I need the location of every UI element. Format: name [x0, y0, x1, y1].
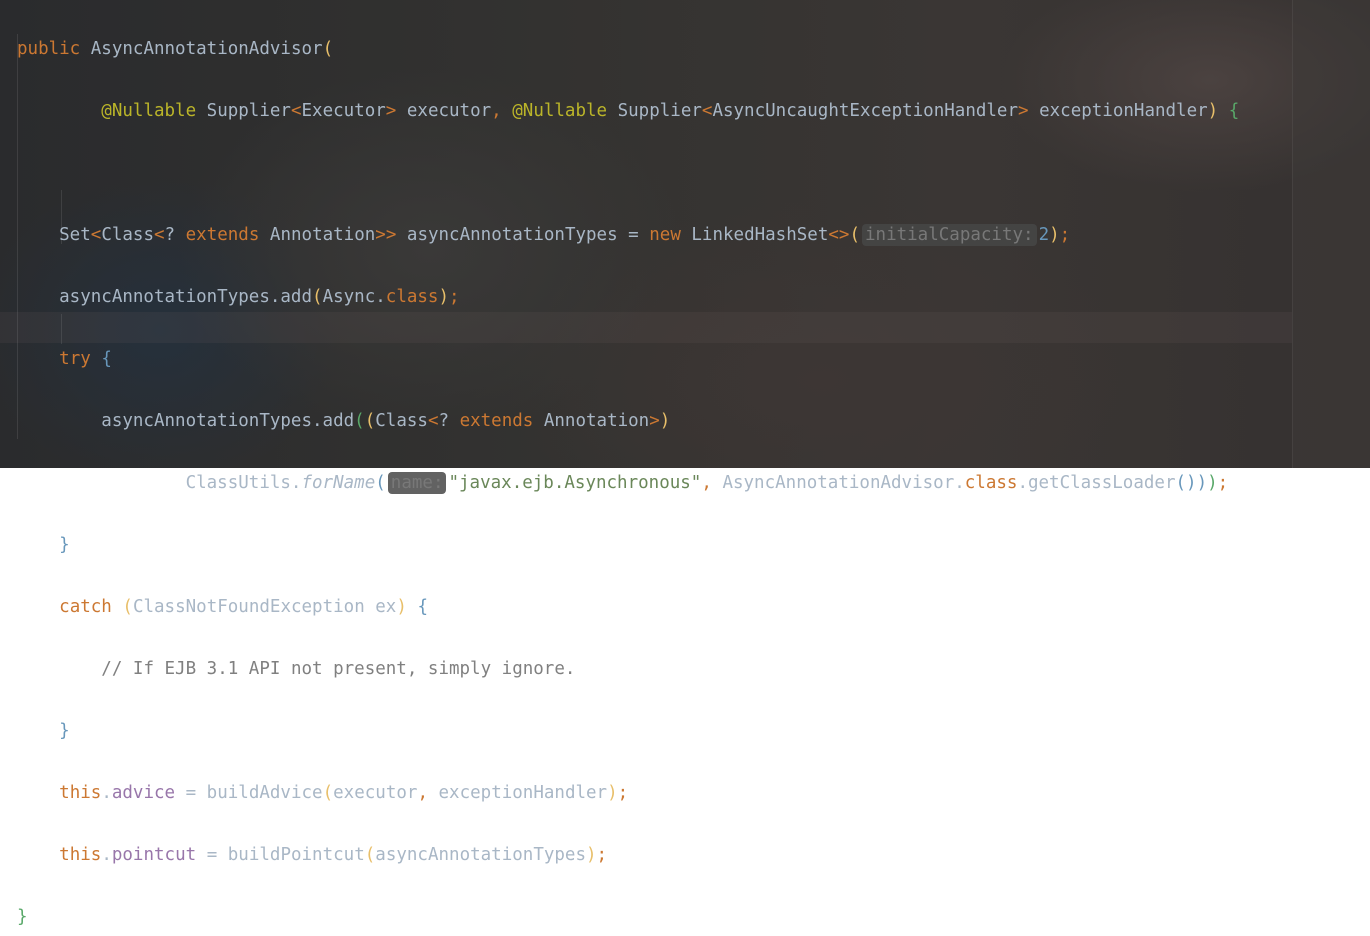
code-line-1: public AsyncAnnotationAdvisor(: [17, 39, 334, 59]
code-line-15: }: [17, 907, 28, 927]
code-line-14: this.pointcut = buildPointcut(asyncAnnot…: [59, 845, 608, 865]
parameter-hint-initial-capacity: initialCapacity:: [862, 224, 1037, 246]
editor-right-gutter: [1292, 0, 1370, 468]
parameter-hint-name: name:: [387, 472, 447, 494]
code-line-5: asyncAnnotationTypes.add(Async.class);: [17, 287, 460, 307]
code-line-12: }: [59, 721, 70, 741]
code-editor[interactable]: public AsyncAnnotationAdvisor( @Nullable…: [17, 3, 1239, 936]
code-line-4: Set<Class<? extends Annotation>> asyncAn…: [17, 224, 1071, 246]
code-line-11: // If EJB 3.1 API not present, simply ig…: [101, 659, 576, 679]
code-line-2: @Nullable Supplier<Executor> executor, @…: [101, 101, 1240, 121]
code-line-8: ClassUtils.forName(name: "javax.ejb.Async…: [17, 472, 1229, 494]
code-line-10: catch (ClassNotFoundException ex) {: [59, 597, 428, 617]
code-line-13: this.advice = buildAdvice(executor, exce…: [59, 783, 629, 803]
code-line-6: try {: [59, 349, 112, 369]
code-line-7: asyncAnnotationTypes.add((Class<? extend…: [17, 411, 671, 431]
code-line-9: }: [59, 535, 70, 555]
